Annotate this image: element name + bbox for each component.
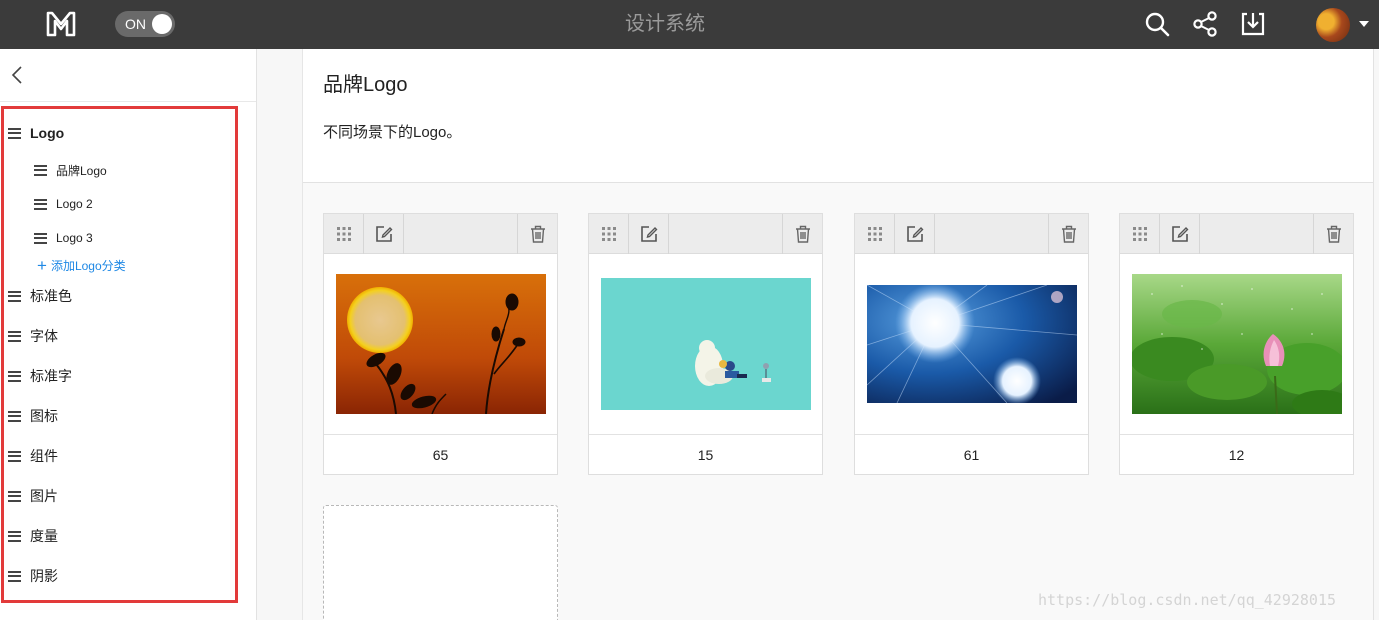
sidebar-item-label: Logo <box>30 125 65 141</box>
drag-handle-icon[interactable] <box>855 214 895 254</box>
plus-icon: + <box>37 255 47 275</box>
sidebar-item-components[interactable]: 组件 <box>8 444 58 468</box>
menu-icon <box>8 490 21 502</box>
trash-icon[interactable] <box>1048 214 1088 254</box>
trash-icon[interactable] <box>1313 214 1353 254</box>
lotus-rain-image[interactable] <box>1132 274 1342 414</box>
sidebar-item-label: 字体 <box>30 328 58 344</box>
edit-icon[interactable] <box>1160 214 1200 254</box>
menu-icon <box>8 290 21 302</box>
card-caption: 12 <box>1120 434 1353 474</box>
sidebar-item-label: 标准色 <box>30 288 72 304</box>
edit-icon[interactable] <box>629 214 669 254</box>
card-caption: 15 <box>589 434 822 474</box>
trash-icon[interactable] <box>517 214 557 254</box>
sidebar-item-shadows[interactable]: 阴影 <box>8 564 58 588</box>
menu-icon <box>34 198 47 210</box>
user-avatar[interactable] <box>1316 8 1350 42</box>
category-nav: Logo 品牌Logo Logo 2 Logo 3 + 添加Logo分类 标准色… <box>1 106 238 603</box>
sidebar-item-standard-colors[interactable]: 标准色 <box>8 284 72 308</box>
sidebar-item-standard-type[interactable]: 标准字 <box>8 364 72 388</box>
back-arrow-icon[interactable] <box>10 65 24 85</box>
logo-card: 12 <box>1119 213 1354 475</box>
sidebar-item-logo-2[interactable]: Logo 2 <box>34 192 93 216</box>
logo-card: 15 <box>588 213 823 475</box>
content-gutter <box>257 49 303 620</box>
edit-icon[interactable] <box>364 214 404 254</box>
sidebar-item-logo-3[interactable]: Logo 3 <box>34 226 93 250</box>
menu-icon <box>8 370 21 382</box>
sidebar-item-brand-logo[interactable]: 品牌Logo <box>34 158 107 182</box>
add-category-label: 添加Logo分类 <box>50 258 126 273</box>
sidebar-item-label: 标准字 <box>30 368 72 384</box>
top-bar: ON 设计系统 <box>0 0 1379 49</box>
card-toolbar <box>1120 214 1353 254</box>
sidebar-item-label: 品牌Logo <box>56 163 107 178</box>
sidebar-item-label: 度量 <box>30 528 58 544</box>
sidebar-item-images[interactable]: 图片 <box>8 484 58 508</box>
sidebar-item-label: 组件 <box>30 448 58 464</box>
teal-illustration-image[interactable] <box>601 278 811 410</box>
sidebar-item-label: Logo 3 <box>56 231 93 245</box>
menu-icon <box>8 530 21 542</box>
menu-icon <box>8 330 21 342</box>
sidebar-item-label: 图片 <box>30 488 58 504</box>
left-sidebar: Logo 品牌Logo Logo 2 Logo 3 + 添加Logo分类 标准色… <box>0 49 257 620</box>
menu-icon <box>8 127 21 139</box>
card-toolbar <box>589 214 822 254</box>
drag-handle-icon[interactable] <box>589 214 629 254</box>
sidebar-item-label: 阴影 <box>30 568 58 584</box>
drag-handle-icon[interactable] <box>1120 214 1160 254</box>
menu-icon <box>34 232 47 244</box>
add-card-placeholder[interactable] <box>323 505 558 620</box>
card-caption: 61 <box>855 434 1088 474</box>
card-caption: 65 <box>324 434 557 474</box>
sidebar-item-icons[interactable]: 图标 <box>8 404 58 428</box>
app-title: 设计系统 <box>625 13 705 35</box>
menu-icon <box>8 450 21 462</box>
card-toolbar <box>324 214 557 254</box>
download-icon[interactable] <box>1240 11 1266 37</box>
sidebar-item-label: Logo 2 <box>56 197 93 211</box>
add-logo-category-link[interactable]: + 添加Logo分类 <box>37 255 126 275</box>
menu-icon <box>8 410 21 422</box>
menu-icon <box>8 570 21 582</box>
share-icon[interactable] <box>1192 11 1218 37</box>
section-title: 品牌Logo <box>323 74 408 96</box>
section-header: 品牌Logo 不同场景下的Logo。 <box>303 49 1374 183</box>
sidebar-header <box>0 49 256 102</box>
sunset-silhouette-image[interactable] <box>336 274 546 414</box>
drag-handle-icon[interactable] <box>324 214 364 254</box>
card-toolbar <box>855 214 1088 254</box>
sidebar-item-measure[interactable]: 度量 <box>8 524 58 548</box>
blue-stars-image[interactable] <box>867 285 1077 403</box>
logo-card: 61 <box>854 213 1089 475</box>
sidebar-item-logo[interactable]: Logo <box>8 121 64 145</box>
watermark-text: https://blog.csdn.net/qq_42928015 <box>1038 591 1337 609</box>
search-icon[interactable] <box>1144 11 1170 37</box>
menu-icon <box>34 164 47 176</box>
logo-card: 65 <box>323 213 558 475</box>
sidebar-item-label: 图标 <box>30 408 58 424</box>
section-description: 不同场景下的Logo。 <box>323 124 462 141</box>
chevron-down-icon[interactable] <box>1359 21 1369 27</box>
trash-icon[interactable] <box>782 214 822 254</box>
edit-icon[interactable] <box>895 214 935 254</box>
sidebar-item-fonts[interactable]: 字体 <box>8 324 58 348</box>
